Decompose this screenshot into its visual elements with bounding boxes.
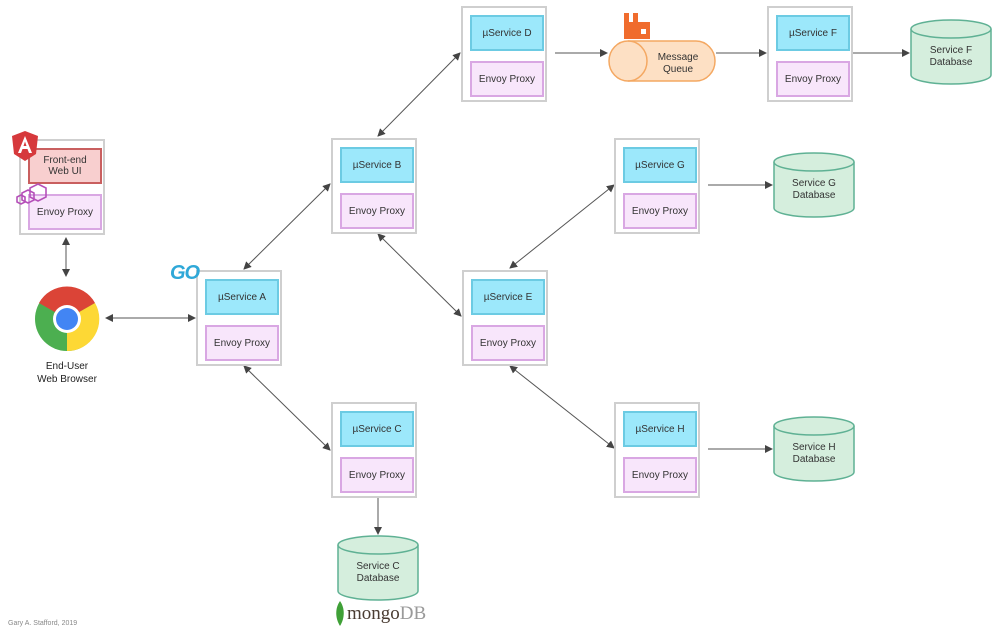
service-a-proxy: Envoy Proxy [205,325,279,361]
rabbitmq-icon [624,13,650,39]
service-f-node: µService F Envoy Proxy [767,6,853,102]
frontend-web-ui: Front-end Web UI [28,148,102,184]
service-h-proxy: Envoy Proxy [623,457,697,493]
browser-label-2: Web Browser [37,374,97,385]
service-g: µService G [623,147,697,183]
angular-icon [12,131,38,161]
service-c: µService C [340,411,414,447]
service-e-proxy: Envoy Proxy [471,325,545,361]
frontend-label-1: Front-end [43,155,87,166]
service-g-proxy: Envoy Proxy [623,193,697,229]
edge-a-b [243,183,331,270]
db-g-label-1: Service G [792,178,836,189]
db-h-label-1: Service H [792,442,836,453]
envoy-icon [16,183,47,205]
db-c-label-1: Service C [356,561,400,572]
mongodb-text-db: DB [399,603,427,624]
browser-label-1: End-User [45,361,89,372]
service-c-database: Service C Database [337,535,419,601]
service-c-node: µService C Envoy Proxy [331,402,417,498]
chrome-icon [35,286,100,352]
service-d: µService D [470,15,544,51]
browser-label: End-User Web Browser [10,360,124,386]
service-f: µService F [776,15,850,51]
mongodb-logo-text: mongoDB [347,603,426,625]
service-f-proxy: Envoy Proxy [776,61,850,97]
go-icon: GO [170,262,200,284]
db-h-label-2: Database [792,454,836,465]
credit-text: Gary A. Stafford, 2019 [8,620,78,627]
service-d-proxy: Envoy Proxy [470,61,544,97]
mongodb-leaf-icon [336,601,344,626]
edge-b-d [377,52,461,137]
service-a-node: µService A Envoy Proxy [196,270,282,366]
mongodb-text-mongo: mongo [347,603,400,624]
service-b-node: µService B Envoy Proxy [331,138,417,234]
edge-e-h [509,365,615,449]
service-e-node: µService E Envoy Proxy [462,270,548,366]
edge-b-e [377,233,462,317]
queue-label-1: Message [657,52,699,63]
service-h-node: µService H Envoy Proxy [614,402,700,498]
service-b: µService B [340,147,414,183]
service-d-node: µService D Envoy Proxy [461,6,547,102]
service-a: µService A [205,279,279,315]
frontend-label-2: Web UI [48,166,82,177]
db-f-label-2: Database [929,57,973,68]
message-queue-label: Message Queue [640,52,716,76]
service-g-node: µService G Envoy Proxy [614,138,700,234]
service-b-proxy: Envoy Proxy [340,193,414,229]
db-g-label-2: Database [792,190,836,201]
db-c-label-2: Database [356,573,400,584]
queue-label-2: Queue [662,64,694,75]
db-f-label-1: Service F [929,45,973,56]
service-g-database: Service G Database [773,152,855,218]
edge-e-g [509,184,615,269]
service-e: µService E [471,279,545,315]
service-c-proxy: Envoy Proxy [340,457,414,493]
service-f-database: Service F Database [910,19,992,85]
service-h: µService H [623,411,697,447]
edge-a-c [243,365,331,451]
service-h-database: Service H Database [773,416,855,482]
